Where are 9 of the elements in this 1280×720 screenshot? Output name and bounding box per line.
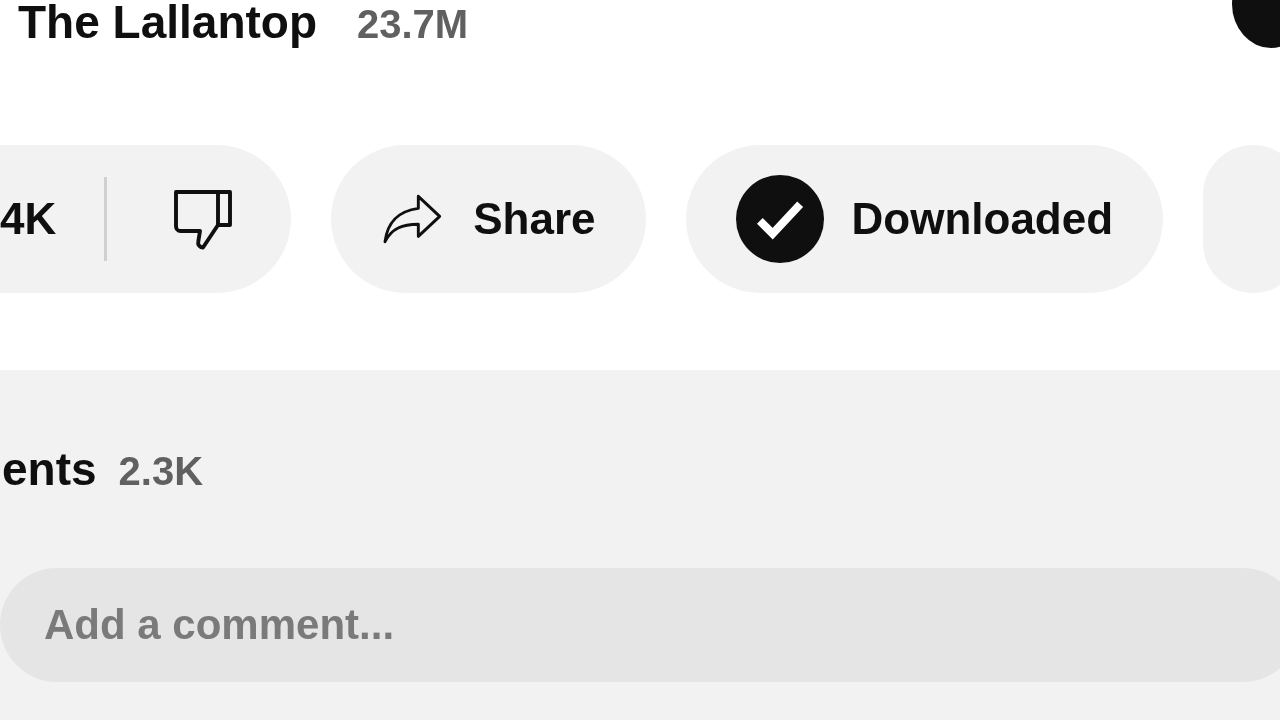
like-count[interactable]: 4K — [0, 194, 57, 244]
subscriber-count: 23.7M — [357, 1, 469, 48]
comments-heading: ents — [2, 442, 97, 496]
comment-field[interactable]: Add a comment... — [0, 568, 1280, 682]
comment-count: 2.3K — [118, 449, 204, 494]
download-button[interactable]: Downloaded — [685, 145, 1164, 293]
checkmark-circle-icon — [735, 175, 824, 263]
share-button[interactable]: Share — [331, 145, 646, 293]
channel-name[interactable]: The Lallantop — [18, 0, 317, 50]
